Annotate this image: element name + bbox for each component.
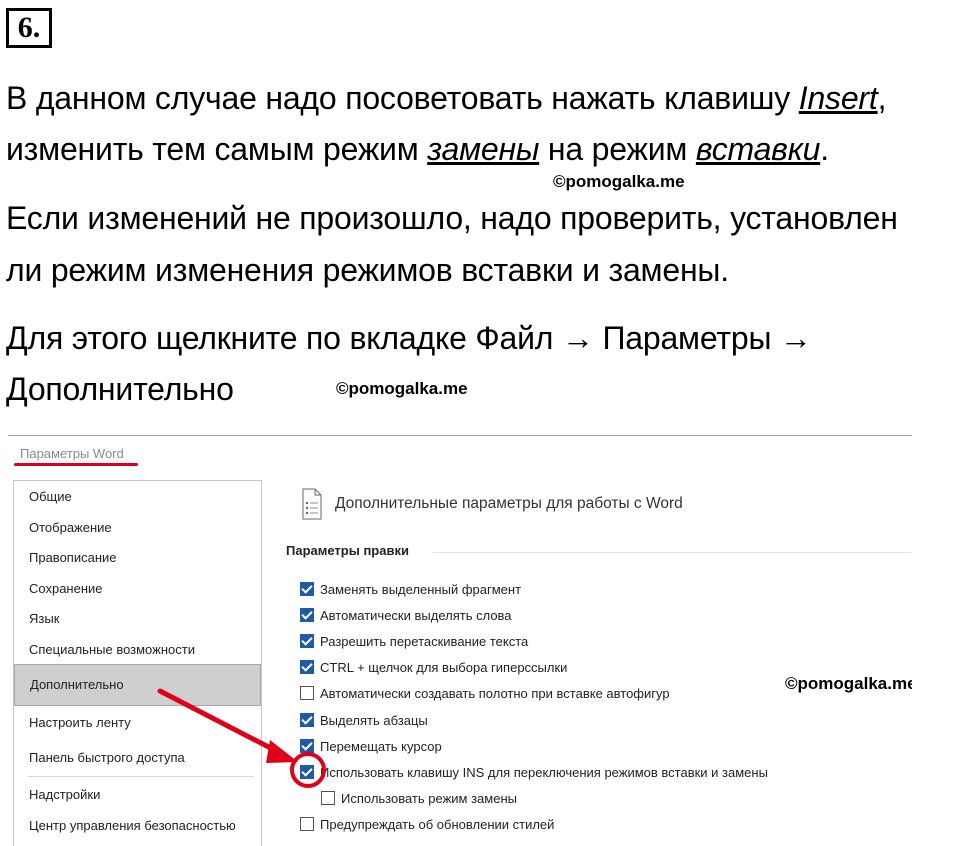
content-heading: Дополнительные параметры для работы с Wo… — [335, 495, 683, 512]
dialog-title: Параметры Word — [20, 446, 124, 461]
options-sidebar: Общие Отображение Правописание Сохранени… — [13, 480, 262, 846]
replace-mode-term: замены — [427, 131, 540, 167]
text-segment: . — [820, 131, 829, 167]
sidebar-item-proofing[interactable]: Правописание — [14, 543, 261, 573]
option-label: Использовать клавишу INS для переключени… — [320, 765, 768, 780]
watermark: ©pomogalka.me — [553, 172, 685, 191]
sidebar-divider — [28, 776, 254, 777]
option-label: Разрешить перетаскивание текста — [320, 634, 529, 649]
sidebar-item-advanced[interactable]: Дополнительно — [14, 664, 261, 706]
sidebar-item-addins[interactable]: Надстройки — [14, 780, 261, 810]
insert-mode-term: вставки — [695, 131, 821, 167]
checkbox[interactable] — [300, 582, 314, 596]
sidebar-item-general[interactable]: Общие — [14, 482, 261, 512]
checkbox[interactable] — [300, 634, 314, 648]
sidebar-item-save[interactable]: Сохранение — [14, 574, 261, 604]
sidebar-item-accessibility[interactable]: Специальные возможности — [14, 635, 261, 665]
watermark: ©pomogalka.me — [336, 379, 468, 398]
checkbox[interactable] — [300, 686, 314, 700]
option-label: CTRL + щелчок для выбора гиперссылки — [320, 660, 568, 675]
checkbox[interactable] — [300, 739, 314, 753]
checkbox[interactable] — [300, 817, 314, 831]
text-segment: изменить тем самым режим — [6, 131, 428, 167]
sidebar-item-trust-center[interactable]: Центр управления безопасностью — [14, 811, 261, 841]
sidebar-item-customize-ribbon[interactable]: Настроить ленту — [14, 708, 261, 738]
paragraph-line-3: Если изменений не произошло, надо провер… — [6, 200, 898, 236]
text-segment: на режим — [539, 131, 696, 167]
option-label: Перемещать курсор — [320, 739, 442, 754]
section-divider — [433, 552, 911, 553]
checkbox[interactable] — [321, 791, 335, 805]
paragraph-line-4: ли режим изменения режимов вставки и зам… — [6, 252, 729, 288]
task-number: 6. — [6, 8, 52, 48]
text-segment: В данном случае надо посоветовать нажать… — [6, 80, 799, 116]
sidebar-item-language[interactable]: Язык — [14, 604, 261, 634]
option-label: Заменять выделенный фрагмент — [320, 582, 522, 597]
red-underline-mark — [14, 463, 138, 466]
paragraph-line-1: В данном случае надо посоветовать нажать… — [6, 70, 886, 126]
text-segment: , — [877, 80, 887, 116]
sidebar-item-quick-access[interactable]: Панель быстрого доступа — [14, 743, 261, 773]
watermark: ©pomogalka.me — [785, 674, 912, 693]
checkbox[interactable] — [300, 660, 314, 674]
option-label: Автоматически выделять слова — [320, 608, 512, 623]
red-highlight-circle — [290, 752, 326, 788]
option-label: Выделять абзацы — [320, 713, 428, 728]
paragraph-line-6: Дополнительно — [6, 371, 234, 407]
option-label: Предупреждать об обновлении стилей — [320, 817, 555, 832]
checkbox[interactable] — [300, 713, 314, 727]
option-label: Использовать режим замены — [341, 791, 517, 806]
paragraph-line-2: изменить тем самым режим замены на режим… — [6, 121, 829, 177]
sidebar-item-display[interactable]: Отображение — [14, 513, 261, 543]
section-label: Параметры правки — [286, 543, 409, 558]
word-options-dialog: Параметры Word Общие Отображение Правопи… — [8, 435, 912, 846]
paragraph-line-5: Для этого щелкните по вкладке Файл → Пар… — [6, 320, 812, 356]
insert-key-term: Insert — [798, 80, 878, 116]
document-settings-icon — [302, 488, 322, 520]
option-label: Автоматически создавать полотно при вста… — [320, 686, 670, 701]
checkbox[interactable] — [300, 608, 314, 622]
